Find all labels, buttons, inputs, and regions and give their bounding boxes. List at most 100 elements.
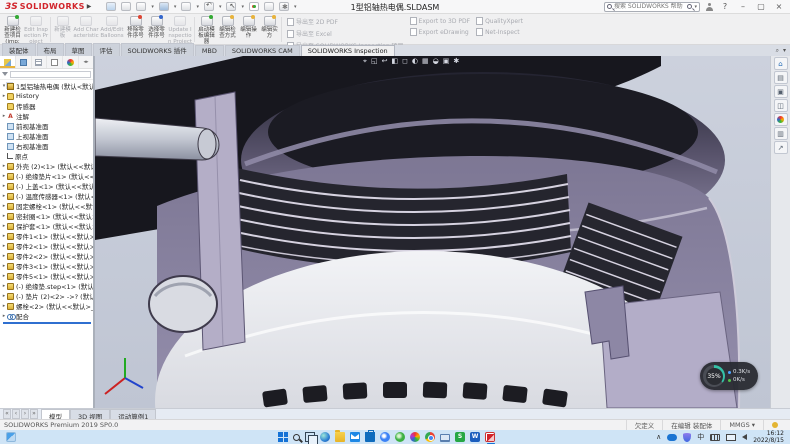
tab-addins[interactable]: SOLIDWORKS 插件 <box>121 43 194 56</box>
save-icon[interactable] <box>159 2 169 11</box>
edit-inspection-method-button[interactable]: 编辑检查方式 <box>217 15 238 44</box>
tree-item-component[interactable]: ▸零件1<1> (默认<<默认>_显示状态 <box>1 231 93 241</box>
design-library-icon[interactable]: ▤ <box>774 71 788 84</box>
save-dropdown-icon[interactable]: ▾ <box>174 4 177 10</box>
export-3d-pdf-button[interactable]: Export to 3D PDF <box>410 17 471 25</box>
file-explorer-taskbar-icon[interactable] <box>335 432 345 442</box>
word-app-icon[interactable]: W <box>470 432 480 442</box>
custom-properties-icon[interactable]: ▥ <box>774 127 788 140</box>
update-inspection-project-button[interactable]: Update Inspection Project <box>167 15 193 44</box>
display-manager-tab[interactable] <box>63 56 79 68</box>
tree-item-component[interactable]: ▸密封圈<1> (默认<<默认>_显示状 <box>1 211 93 221</box>
device-app-icon[interactable] <box>440 434 450 442</box>
rollback-bar[interactable] <box>3 322 91 324</box>
tree-item-origin[interactable]: 原点 <box>1 151 93 161</box>
status-tag-icon[interactable] <box>763 420 786 430</box>
launch-template-editor-button[interactable]: 启动模板编辑器 <box>196 15 217 44</box>
tree-item-component[interactable]: ▸(-) 温度传感器<1> (默认<<默认>_ <box>1 191 93 201</box>
tab-mbd[interactable]: MBD <box>195 45 224 56</box>
tree-item-component[interactable]: ▸螺栓<2> (默认<<默认>_显示状态 <box>1 301 93 311</box>
help-button[interactable]: ? <box>719 2 731 11</box>
add-characteristic-button[interactable]: Add Characteristic <box>73 15 99 44</box>
feature-manager-tab[interactable] <box>0 56 16 68</box>
tree-item-history[interactable]: ▸History <box>1 91 93 101</box>
edit-supplier-button[interactable]: 编辑实方 <box>259 15 280 44</box>
tab-motion-study[interactable]: 运动算例1 <box>110 409 156 419</box>
monitor-icon[interactable] <box>726 434 736 441</box>
dimxpert-manager-tab[interactable] <box>47 56 63 68</box>
tree-item-annotations[interactable]: ▸A注解 <box>1 111 93 121</box>
edit-operation-button[interactable]: 编辑操作 <box>238 15 259 44</box>
tree-item-component[interactable]: ▸(-) 垫片 (2)<2> ->? (默认<<默认> <box>1 291 93 301</box>
hide-show-items-icon[interactable]: ▦ <box>422 57 429 66</box>
tree-item-sensors[interactable]: 传感器 <box>1 101 93 111</box>
rebuild-icon[interactable] <box>249 2 259 11</box>
onedrive-icon[interactable] <box>667 434 677 441</box>
tab-evaluate[interactable]: 评估 <box>93 43 120 56</box>
net-inspect-button[interactable]: Net-Inspect <box>476 28 523 36</box>
performance-monitor-widget[interactable]: 35% 0.3K/s 0K/s <box>700 362 758 390</box>
undo-icon[interactable] <box>204 2 214 11</box>
model-3d[interactable] <box>95 56 790 408</box>
previous-view-icon[interactable]: ↩ <box>382 57 388 66</box>
edit-appearance-icon[interactable]: ◒ <box>433 57 439 66</box>
select-icon[interactable] <box>226 2 236 11</box>
search-box[interactable]: ▾ <box>604 2 700 12</box>
export-2d-pdf-button[interactable]: 导出至 2D PDF <box>287 17 404 26</box>
zoom-to-fit-icon[interactable]: ⌖ <box>363 57 367 66</box>
chrome-icon[interactable] <box>425 432 435 442</box>
configuration-manager-tab[interactable] <box>32 56 48 68</box>
property-manager-tab[interactable] <box>16 56 32 68</box>
open-dropdown-icon[interactable]: ▾ <box>151 4 154 10</box>
print-dropdown-icon[interactable]: ▾ <box>196 4 199 10</box>
section-view-icon[interactable]: ◧ <box>391 57 398 66</box>
file-properties-icon[interactable] <box>264 2 274 11</box>
file-explorer-icon[interactable]: ▣ <box>774 85 788 98</box>
new-document-icon[interactable] <box>121 2 131 11</box>
tabbar-options-icon[interactable]: ▾ <box>783 47 786 55</box>
edit-inspection-project-button[interactable]: Edit Inspection Project <box>23 15 49 44</box>
graphics-viewport[interactable]: ⌖ ◱ ↩ ◧ ◻ ◐ ▦ ◒ ▣ ✱ ⌂ ▤ ▣ ◫ ▥ ↗ 35% 0.3K… <box>95 56 790 408</box>
home-icon[interactable] <box>106 2 116 11</box>
tree-item-component[interactable]: ▸零件3<1> (默认<<默认>_显示状态 <box>1 261 93 271</box>
tree-item-component[interactable]: ▸零件5<1> (默认<<默认>_显示状态 <box>1 271 93 281</box>
tree-item-component[interactable]: ▸(-) 绝缘垫片<1> (默认<<默认>_显 <box>1 171 93 181</box>
options-dropdown-icon[interactable]: ▾ <box>294 4 297 10</box>
appearances-scenes-icon[interactable] <box>774 113 788 126</box>
tab-sketch[interactable]: 草图 <box>65 43 92 56</box>
app-blue-icon[interactable] <box>380 432 390 442</box>
search-go-icon[interactable] <box>687 4 692 9</box>
options-icon[interactable] <box>279 2 289 11</box>
hidden-icons-chevron-icon[interactable]: ∧ <box>656 432 661 442</box>
open-icon[interactable] <box>136 2 146 11</box>
export-edrawing-button[interactable]: Export eDrawing <box>410 28 471 36</box>
new-inspection-project-button[interactable]: 新建检查项目 (imp;W) <box>2 15 23 44</box>
add-edit-balloons-button[interactable]: Add/Edit Balloons <box>99 15 125 44</box>
solidworks-resources-icon[interactable]: ⌂ <box>774 57 788 70</box>
security-shield-icon[interactable] <box>683 433 691 442</box>
tree-root[interactable]: ▾1型铝轴热电偶 (默认<默认_显示状态-1 <box>1 81 93 91</box>
tab-3d-views[interactable]: 3D 视图 <box>70 409 110 419</box>
tree-item-component[interactable]: ▸保护套<1> (默认<<默认>_显示状 <box>1 221 93 231</box>
command-search-icon[interactable]: ⌕ <box>776 47 779 55</box>
view-settings-icon[interactable]: ✱ <box>453 57 459 66</box>
touch-keyboard-icon[interactable] <box>710 434 720 441</box>
tab-layout[interactable]: 布局 <box>37 43 64 56</box>
tree-item-component[interactable]: ▸(-) 上盖<1> (默认<<默认>_显示状 <box>1 181 93 191</box>
tree-item-component[interactable]: ▸(-) 绝缘垫.step<1> (默认<<默认> <box>1 281 93 291</box>
qualityxpert-button[interactable]: QualityXpert <box>476 17 523 25</box>
edge-icon[interactable] <box>320 432 330 442</box>
taskbar-search-icon[interactable] <box>293 434 300 441</box>
filter-input[interactable] <box>10 71 91 78</box>
select-balloons-button[interactable]: 选择零件序号 <box>146 15 167 44</box>
view-palette-icon[interactable]: ◫ <box>774 99 788 112</box>
ime-language-indicator[interactable]: 中 <box>697 432 704 442</box>
tree-item-mates[interactable]: ▸配合 <box>1 311 93 321</box>
solidworks-forum-icon[interactable]: ↗ <box>774 141 788 154</box>
print-icon[interactable] <box>181 2 191 11</box>
microsoft-store-icon[interactable] <box>365 432 375 442</box>
tab-inspection[interactable]: SOLIDWORKS Inspection <box>301 45 395 56</box>
export-excel-button[interactable]: 导出至 Excel <box>287 29 404 38</box>
menu-expand-icon[interactable]: ▶ <box>87 3 92 10</box>
widgets-icon[interactable] <box>6 432 16 442</box>
